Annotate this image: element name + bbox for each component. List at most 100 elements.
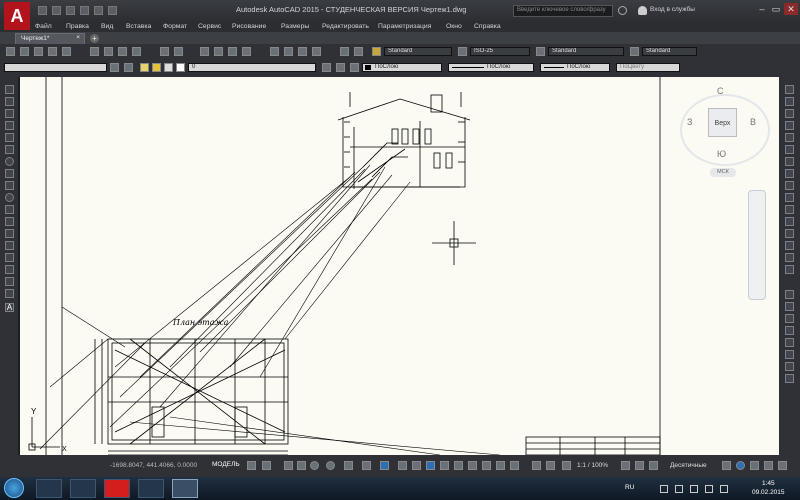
settings-gear-icon[interactable]: [621, 461, 630, 470]
new-tab-button[interactable]: +: [90, 34, 99, 43]
preview-icon[interactable]: [62, 47, 71, 56]
circle-tool-icon[interactable]: [5, 157, 14, 166]
spline-tool-icon[interactable]: [5, 181, 14, 190]
lightbulb-icon[interactable]: [140, 63, 149, 72]
units-select[interactable]: Десятичные: [670, 462, 707, 469]
dim-continue-icon[interactable]: [785, 362, 794, 371]
point-tool-icon[interactable]: [5, 241, 14, 250]
help-icon[interactable]: [354, 47, 363, 56]
selection-filter-icon[interactable]: [468, 461, 477, 470]
viewcube-top-face[interactable]: Верх: [708, 108, 737, 137]
mirror-icon[interactable]: [785, 109, 794, 118]
make-current-icon[interactable]: [322, 63, 331, 72]
yandex-taskbar-icon[interactable]: [104, 479, 130, 498]
save-icon[interactable]: [66, 6, 75, 15]
viewcube[interactable]: С Ю З В Верх МСК: [670, 80, 779, 180]
annotation-visibility-icon[interactable]: [496, 461, 505, 470]
search-icon[interactable]: [618, 6, 627, 15]
menu-view[interactable]: Вид: [101, 22, 113, 32]
transparency-icon[interactable]: [412, 461, 421, 470]
hatch-tool-icon[interactable]: [5, 253, 14, 262]
insert-block-icon[interactable]: [5, 217, 14, 226]
line-tool-icon[interactable]: [5, 85, 14, 94]
minimize-button[interactable]: –: [755, 3, 769, 15]
hardware-acceleration-icon[interactable]: [750, 461, 759, 470]
compass-east[interactable]: В: [750, 117, 756, 127]
move-icon[interactable]: [785, 145, 794, 154]
zoom-realtime-icon[interactable]: [214, 47, 223, 56]
workspace-select[interactable]: [4, 63, 107, 72]
erase-icon[interactable]: [785, 85, 794, 94]
autocad-taskbar-icon[interactable]: [172, 479, 198, 498]
sheet-set-icon[interactable]: [312, 47, 321, 56]
infer-constraints-icon[interactable]: [284, 461, 293, 470]
dim-angular-icon[interactable]: [785, 338, 794, 347]
dim-radius-icon[interactable]: [785, 314, 794, 323]
extend-icon[interactable]: [785, 205, 794, 214]
table-style-select[interactable]: Standard: [548, 47, 624, 56]
layer-state-icon[interactable]: [350, 63, 359, 72]
explode-icon[interactable]: [785, 265, 794, 274]
snap-icon[interactable]: [262, 461, 271, 470]
array-icon[interactable]: [785, 133, 794, 142]
quick-leader-icon[interactable]: [785, 374, 794, 383]
menu-format[interactable]: Формат: [163, 22, 187, 32]
compass-west[interactable]: З: [687, 117, 692, 127]
break-icon[interactable]: [785, 217, 794, 226]
language-indicator[interactable]: RU: [625, 484, 634, 491]
new-file-icon[interactable]: [6, 47, 15, 56]
units-icon[interactable]: [649, 461, 658, 470]
clean-screen-icon[interactable]: [764, 461, 773, 470]
autocad-logo-button[interactable]: A: [4, 2, 30, 30]
polygon-tool-icon[interactable]: [5, 121, 14, 130]
menu-file[interactable]: Файл: [35, 22, 52, 32]
tab-drawing1[interactable]: Чертеж1* ×: [15, 33, 85, 44]
print-icon[interactable]: [80, 6, 89, 15]
dynamic-input-icon[interactable]: [297, 461, 306, 470]
tray-network-icon[interactable]: [675, 485, 683, 493]
offset-icon[interactable]: [785, 121, 794, 130]
ellipse-arc-tool-icon[interactable]: [5, 205, 14, 214]
mtext-tool-icon[interactable]: A: [5, 303, 14, 312]
menu-edit[interactable]: Правка: [66, 22, 89, 32]
layer-previous-icon[interactable]: [336, 63, 345, 72]
paste-icon[interactable]: [118, 47, 127, 56]
scale-icon[interactable]: [785, 169, 794, 178]
selection-cycling-icon[interactable]: [426, 461, 435, 470]
annotation-scale-icon[interactable]: [532, 461, 541, 470]
polar-tracking-icon[interactable]: [326, 461, 335, 470]
redo-icon[interactable]: [108, 6, 117, 15]
menu-parametric[interactable]: Параметризация: [378, 22, 431, 32]
mleader-style-select[interactable]: Standard: [642, 47, 697, 56]
tray-battery-icon[interactable]: [705, 485, 713, 493]
dim-baseline-icon[interactable]: [785, 350, 794, 359]
navigation-bar[interactable]: [748, 190, 766, 300]
undo-tool-icon[interactable]: [160, 47, 169, 56]
app-taskbar-icon[interactable]: [138, 479, 164, 498]
isolate-objects-icon[interactable]: [736, 461, 745, 470]
lock-icon[interactable]: [164, 63, 173, 72]
tray-icon[interactable]: [720, 485, 728, 493]
menu-modify[interactable]: Редактировать: [322, 22, 369, 32]
signin-link[interactable]: Вход в службы: [650, 6, 695, 13]
annotation-scale-select[interactable]: 1:1 / 100%: [577, 462, 608, 469]
workspace-switch-icon[interactable]: [546, 461, 555, 470]
object-snap-icon[interactable]: [380, 461, 389, 470]
polyline-tool-icon[interactable]: [5, 109, 14, 118]
region-tool-icon[interactable]: [5, 277, 14, 286]
ie-taskbar-icon[interactable]: [36, 479, 62, 498]
coordinates-readout[interactable]: -1698.8047, 441.4066, 0.0000: [110, 462, 197, 469]
stretch-icon[interactable]: [785, 181, 794, 190]
dim-linear-icon[interactable]: [785, 290, 794, 299]
make-block-icon[interactable]: [5, 229, 14, 238]
menu-dimension[interactable]: Размеры: [281, 22, 309, 32]
compass-north[interactable]: С: [717, 86, 724, 96]
chamfer-icon[interactable]: [785, 241, 794, 250]
zoom-previous-icon[interactable]: [242, 47, 251, 56]
layer-select[interactable]: 0: [188, 63, 316, 72]
undo-icon[interactable]: [94, 6, 103, 15]
dynamic-ucs-icon[interactable]: [454, 461, 463, 470]
revcloud-tool-icon[interactable]: [5, 169, 14, 178]
dim-aligned-icon[interactable]: [785, 302, 794, 311]
plus-icon[interactable]: [635, 461, 644, 470]
